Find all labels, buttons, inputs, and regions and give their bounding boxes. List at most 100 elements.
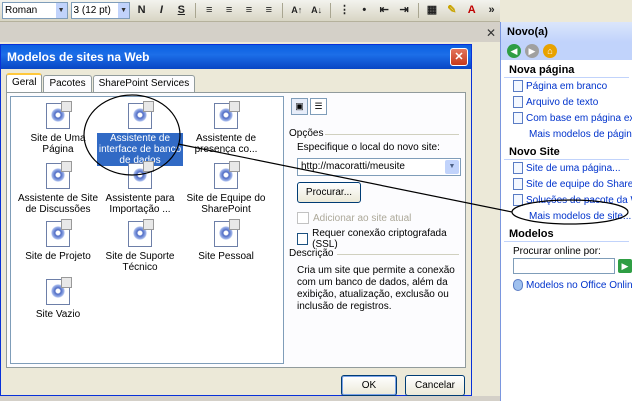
template-list: Site de Uma Página Assistente de interfa… [10, 96, 284, 364]
package-icon [513, 194, 523, 206]
location-value: http://macoratti/meusite [301, 161, 405, 172]
link-mais-modelos-pagina[interactable]: Mais modelos de página... [501, 126, 632, 142]
link-pagina-existente[interactable]: Com base em página existe [501, 110, 632, 126]
search-online-input[interactable] [513, 258, 615, 274]
link-site-equipe-sharepoint[interactable]: Site de equipe do SharePoi [501, 176, 632, 192]
section-nova-pagina: Nova página [504, 60, 629, 78]
dialog-tabs: Geral Pacotes SharePoint Services [6, 73, 196, 92]
cancel-button[interactable]: Cancelar [405, 375, 465, 396]
link-mais-modelos-site[interactable]: Mais modelos de site... [501, 208, 632, 224]
new-task-pane: Novo(a) ◀ ▶ ⌂ Nova página Página em bran… [500, 22, 632, 401]
template-item[interactable]: Site de Uma Página [15, 101, 101, 155]
template-icon [46, 101, 72, 129]
template-item[interactable]: Assistente para Importação ... [97, 161, 183, 215]
template-icon [46, 277, 72, 305]
template-icon [46, 161, 72, 189]
back-icon[interactable]: ◀ [507, 44, 521, 58]
template-icon [214, 161, 240, 189]
task-pane-title: Novo(a) [501, 22, 632, 42]
link-site-uma-pagina[interactable]: Site de uma página... [501, 160, 632, 176]
forward-icon[interactable]: ▶ [525, 44, 539, 58]
browse-button[interactable]: Procurar... [297, 182, 361, 203]
options-panel: ▣ ☰ Opções Especifique o local do novo s… [289, 96, 461, 364]
align-left-icon[interactable]: ≡ [201, 2, 218, 19]
close-document-icon[interactable]: ✕ [486, 27, 498, 39]
description-group-label: Descrição [289, 248, 334, 259]
close-icon[interactable]: ✕ [450, 48, 468, 66]
location-label: Especifique o local do novo site: [297, 142, 440, 153]
bold-button[interactable]: N [133, 2, 150, 19]
increase-indent-icon[interactable]: ⇥ [396, 2, 413, 19]
tab-page-geral: Site de Uma Página Assistente de interfa… [6, 92, 466, 368]
chevron-down-icon: ▼ [55, 3, 67, 18]
font-size-combo[interactable]: 3 (12 pt) ▼ [70, 2, 131, 19]
tab-sharepoint-services[interactable]: SharePoint Services [92, 75, 196, 92]
site-icon [513, 162, 523, 174]
location-combo[interactable]: http://macoratti/meusite ▼ [297, 158, 461, 176]
template-item[interactable]: Site de Equipe do SharePoint [183, 161, 269, 215]
template-item[interactable]: Site Vazio [15, 277, 101, 320]
tab-pacotes[interactable]: Pacotes [43, 75, 92, 92]
link-modelos-office-online[interactable]: Modelos no Office Online [501, 277, 632, 293]
toolbar-separator [330, 3, 332, 18]
borders-icon[interactable]: ▦ [424, 2, 441, 19]
add-current-site-label: Adicionar ao site atual [313, 212, 412, 224]
align-center-icon[interactable]: ≡ [221, 2, 238, 19]
template-item[interactable]: Site Pessoal [183, 219, 269, 262]
justify-icon[interactable]: ≡ [260, 2, 277, 19]
underline-button[interactable]: S [173, 2, 190, 19]
align-right-icon[interactable]: ≡ [241, 2, 258, 19]
template-icon [128, 161, 154, 189]
template-label: Assistente de interface de banco de dado… [97, 133, 183, 166]
template-item-selected[interactable]: Assistente de interface de banco de dado… [97, 101, 183, 166]
list-view-icon[interactable]: ☰ [310, 98, 327, 115]
template-item[interactable]: Site de Suporte Técnico [97, 219, 183, 273]
link-arquivo-de-texto[interactable]: Arquivo de texto [501, 94, 632, 110]
divider [325, 134, 459, 135]
large-icons-icon[interactable]: ▣ [291, 98, 308, 115]
template-label: Site Pessoal [198, 251, 254, 262]
section-modelos: Modelos [504, 224, 629, 242]
page-icon [513, 80, 523, 92]
font-color-icon[interactable]: A [463, 2, 480, 19]
numbering-icon[interactable]: ⋮ [336, 2, 353, 19]
template-icon [214, 101, 240, 129]
template-label: Site de Suporte Técnico [105, 251, 175, 273]
link-solucoes-pacote[interactable]: Soluções de pacote da We [501, 192, 632, 208]
chevron-down-icon[interactable]: ▼ [445, 160, 459, 174]
chevron-down-icon: ▼ [118, 3, 130, 18]
highlight-icon[interactable]: ✎ [443, 2, 460, 19]
grow-font-icon[interactable]: A↑ [288, 2, 305, 19]
ssl-checkbox[interactable] [297, 233, 309, 245]
template-item[interactable]: Site de Projeto [15, 219, 101, 262]
task-pane-nav: ◀ ▶ ⌂ [501, 42, 632, 60]
tab-geral[interactable]: Geral [6, 73, 43, 92]
status-strip [0, 396, 500, 401]
font-name-value: Roman [5, 5, 38, 16]
toolbar-options-icon[interactable]: » [483, 2, 500, 19]
template-label: Site Vazio [35, 309, 81, 320]
shrink-font-icon[interactable]: A↓ [308, 2, 325, 19]
section-novo-site: Novo Site [504, 142, 629, 160]
add-current-site-checkbox[interactable] [297, 212, 309, 224]
formatting-toolbar: Roman ▼ 3 (12 pt) ▼ N I S ≡ ≡ ≡ ≡ A↑ A↓ … [0, 0, 500, 22]
search-online-label: Procurar online por: [513, 246, 601, 257]
go-icon[interactable]: ▶ [618, 259, 632, 273]
italic-button[interactable]: I [153, 2, 170, 19]
add-current-site-row: Adicionar ao site atual [297, 212, 411, 224]
font-size-value: 3 (12 pt) [73, 5, 111, 16]
link-pagina-em-branco[interactable]: Página em branco [501, 78, 632, 94]
template-label: Site de Projeto [25, 251, 91, 262]
template-icon [214, 219, 240, 247]
template-item[interactable]: Assistente de Site de Discussões [15, 161, 101, 215]
options-group-label: Opções [289, 128, 324, 139]
ok-button[interactable]: OK [341, 375, 397, 396]
bullets-icon[interactable]: • [356, 2, 373, 19]
web-site-templates-dialog: Modelos de sites na Web ✕ Geral Pacotes … [0, 44, 472, 396]
template-label: Assistente de Site de Discussões [17, 193, 99, 215]
template-item[interactable]: Assistente de presença co... [183, 101, 269, 155]
template-label: Site de Equipe do SharePoint [186, 193, 266, 215]
home-icon[interactable]: ⌂ [543, 44, 557, 58]
font-name-combo[interactable]: Roman ▼ [2, 2, 68, 19]
decrease-indent-icon[interactable]: ⇤ [376, 2, 393, 19]
